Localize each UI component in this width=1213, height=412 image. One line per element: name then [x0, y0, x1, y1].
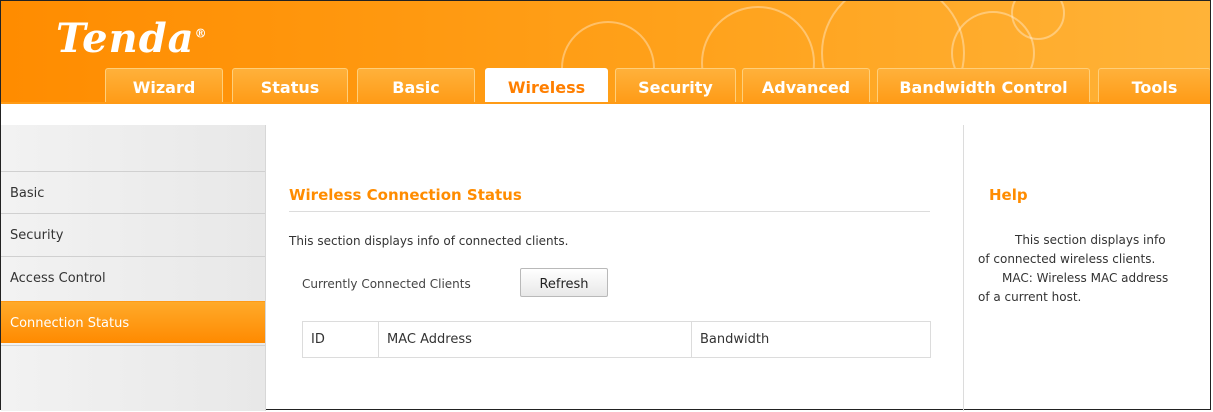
tenda-logo: Tenda®	[56, 15, 208, 62]
column-header-id: ID	[302, 321, 379, 358]
tab-basic[interactable]: Basic	[357, 68, 475, 103]
help-text: This section displays info of connected …	[978, 231, 1178, 307]
tab-bandwidth-control[interactable]: Bandwidth Control	[877, 68, 1090, 103]
help-paragraph: MAC: Wireless MAC address of a current h…	[978, 271, 1169, 304]
refresh-button[interactable]: Refresh	[520, 268, 608, 297]
title-divider	[289, 211, 930, 212]
main-nav-tabs: Wizard Status Basic Wireless Security Ad…	[1, 68, 1210, 103]
clients-table: ID MAC Address Bandwidth	[302, 321, 931, 358]
header-banner: Tenda® Wizard Status Basic Wireless Secu…	[1, 1, 1210, 103]
column-header-bandwidth: Bandwidth	[691, 321, 931, 358]
tab-wizard[interactable]: Wizard	[105, 68, 223, 103]
sidebar-item-access-control[interactable]: Access Control	[1, 256, 265, 298]
connected-clients-label: Currently Connected Clients	[302, 277, 471, 291]
sidebar-item-security[interactable]: Security	[1, 213, 265, 255]
tab-wireless[interactable]: Wireless	[485, 68, 608, 103]
page-title: Wireless Connection Status	[289, 186, 522, 204]
sidebar-divider	[1, 345, 265, 346]
sidebar: Basic Security Access Control Connection…	[1, 125, 266, 411]
section-description: This section displays info of connected …	[289, 234, 569, 248]
table-header-row: ID MAC Address Bandwidth	[302, 321, 931, 358]
tab-underline	[1, 102, 1210, 104]
help-paragraph: This section displays info of connected …	[978, 233, 1166, 266]
tab-status[interactable]: Status	[232, 68, 348, 103]
help-divider	[963, 125, 964, 411]
tab-security[interactable]: Security	[615, 68, 736, 103]
help-title: Help	[989, 186, 1028, 204]
main-content: Wireless Connection Status This section …	[266, 125, 962, 411]
tab-tools[interactable]: Tools	[1098, 68, 1210, 103]
help-panel: Help This section displays info of conne…	[975, 125, 1209, 411]
tab-advanced[interactable]: Advanced	[742, 68, 870, 103]
sidebar-item-connection-status[interactable]: Connection Status	[1, 301, 265, 343]
sidebar-item-basic[interactable]: Basic	[1, 171, 265, 213]
column-header-mac-address: MAC Address	[378, 321, 692, 358]
